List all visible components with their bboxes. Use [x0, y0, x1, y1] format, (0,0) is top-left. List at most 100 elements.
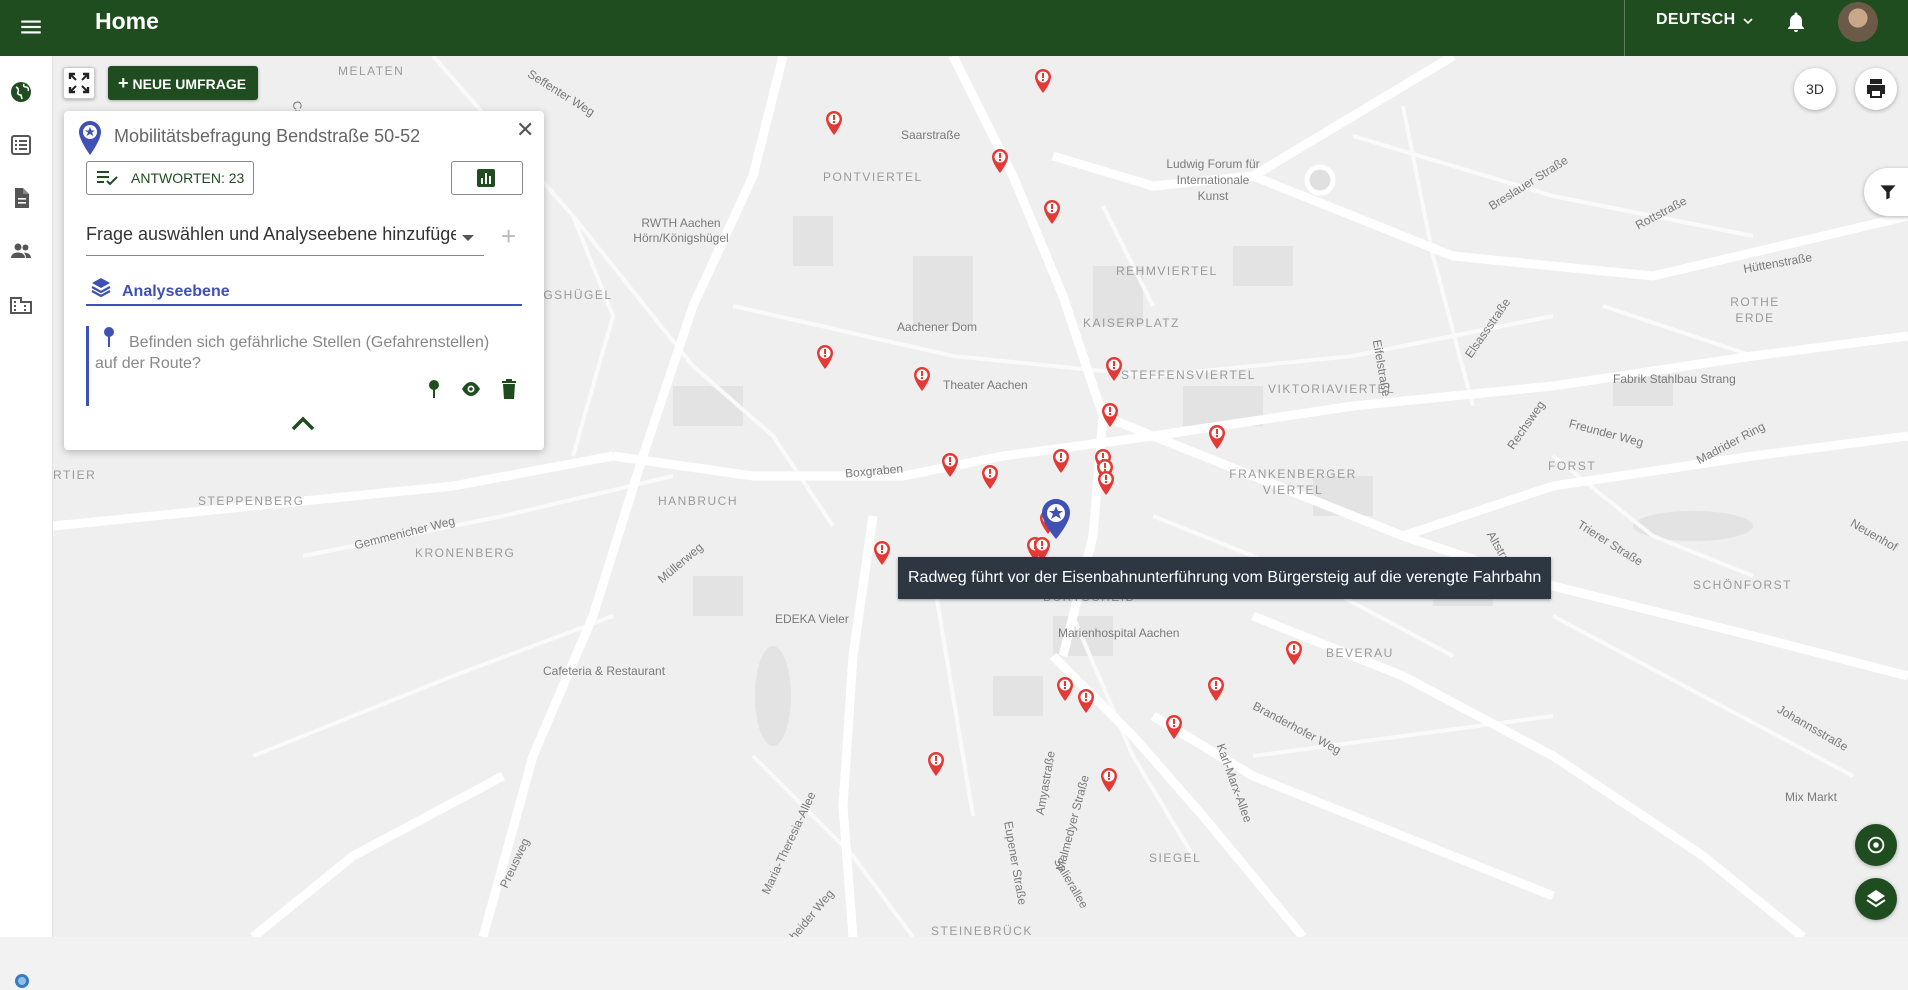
close-icon[interactable]: ✕	[516, 117, 534, 143]
answers-label: ANTWORTEN: 23	[131, 170, 245, 186]
hazard-marker-icon[interactable]	[1077, 688, 1095, 714]
hazard-marker-icon[interactable]	[1207, 676, 1225, 702]
globe-icon[interactable]	[9, 80, 33, 104]
chevron-up-icon[interactable]	[288, 413, 318, 435]
map-label: KAISERPLATZ	[1083, 316, 1180, 330]
map-label: PONTVIERTEL	[823, 170, 923, 184]
hazard-marker-icon[interactable]	[1101, 402, 1119, 428]
sidebar	[0, 56, 53, 988]
map-label: STEINEBRÜCK	[931, 924, 1033, 937]
survey-pin-icon	[79, 121, 101, 155]
map-label: Ludwig Forum für Internationale Kunst	[1166, 157, 1260, 203]
survey-location-marker[interactable]	[1041, 498, 1071, 540]
analysis-layer-header[interactable]: Analyseebene	[86, 276, 522, 306]
hazard-marker-icon[interactable]	[1034, 68, 1052, 94]
hazard-marker-icon[interactable]	[991, 148, 1009, 174]
page-title: Home	[95, 8, 159, 34]
map-label: Mix Markt	[1785, 790, 1837, 804]
map-label: STEFFENSVIERTEL	[1121, 368, 1256, 382]
map-label: HANBRUCH	[658, 494, 739, 508]
plus-icon: +	[118, 73, 129, 93]
map-label: SIEGEL	[1149, 851, 1202, 865]
map-label: KRONENBERG	[415, 546, 516, 560]
hazard-marker-icon[interactable]	[981, 464, 999, 490]
hazard-marker-icon[interactable]	[1043, 199, 1061, 225]
avatar[interactable]	[1838, 2, 1878, 42]
question-text: Befinden sich gefährliche Stellen (Gefah…	[95, 334, 490, 372]
hazard-marker-icon[interactable]	[941, 452, 959, 478]
hazard-marker-icon[interactable]	[1100, 767, 1118, 793]
analysis-layer-label: Analyseebene	[122, 283, 230, 300]
new-survey-button[interactable]: + NEUE UMFRAGE	[108, 66, 259, 100]
survey-panel: Mobilitätsbefragung Bendstraße 50-52 ✕ A…	[64, 111, 544, 450]
answers-button[interactable]: ANTWORTEN: 23	[86, 161, 254, 195]
bell-icon[interactable]	[1784, 10, 1808, 34]
people-icon[interactable]	[9, 239, 33, 263]
layers-icon	[1866, 890, 1886, 908]
hazard-marker-icon[interactable]	[1105, 356, 1123, 382]
map-label: RTIER	[53, 468, 97, 482]
question-select-value: Frage auswählen und Analyseebene hinzufü…	[86, 224, 456, 244]
hazard-marker-icon[interactable]	[1165, 714, 1183, 740]
menu-icon[interactable]	[18, 14, 44, 40]
document-icon[interactable]	[9, 186, 33, 210]
map-label: REHMVIERTEL	[1116, 264, 1218, 278]
statistics-button[interactable]	[451, 161, 523, 195]
filter-button[interactable]	[1864, 168, 1908, 216]
map-label: VIKTORIAVIERTEL	[1268, 382, 1396, 396]
map-label: Fabrik Stahlbau Strang	[1613, 372, 1736, 386]
layers-icon	[91, 278, 111, 298]
trash-icon[interactable]	[499, 378, 519, 400]
question-select[interactable]: Frage auswählen und Analyseebene hinzufü…	[86, 221, 484, 256]
marker-tooltip: Radweg führt vor der Eisenbahnunterführu…	[898, 557, 1552, 599]
new-survey-label: NEUE UMFRAGE	[132, 76, 247, 92]
top-bar: Home DEUTSCH	[0, 0, 1908, 56]
layers-button[interactable]	[1855, 878, 1897, 920]
map-label: STEPPENBERG	[198, 494, 305, 508]
language-selector[interactable]: DEUTSCH	[1656, 11, 1735, 29]
map-label: FORST	[1548, 459, 1597, 473]
hazard-marker-icon[interactable]	[873, 540, 891, 566]
survey-title: Mobilitätsbefragung Bendstraße 50-52	[114, 126, 421, 146]
checklist-icon	[97, 171, 118, 186]
hazard-marker-icon[interactable]	[1052, 448, 1070, 474]
print-icon	[1867, 79, 1885, 98]
pin-marker-icon[interactable]	[424, 378, 444, 400]
map-label: MELATEN	[338, 64, 405, 78]
map-label: Marienhospital Aachen	[1058, 626, 1180, 640]
hazard-marker-icon[interactable]	[1097, 470, 1115, 496]
3d-toggle-button[interactable]: 3D	[1794, 68, 1836, 110]
eye-icon[interactable]	[461, 378, 481, 400]
bar-chart-icon	[477, 169, 495, 187]
map-label: SCHÖNFORST	[1693, 578, 1792, 592]
locate-button[interactable]	[1855, 824, 1897, 866]
map-label: Theater Aachen	[943, 378, 1028, 392]
hazard-marker-icon[interactable]	[1056, 676, 1074, 702]
filter-icon	[1880, 185, 1896, 200]
hazard-marker-icon[interactable]	[1285, 640, 1303, 666]
hazard-marker-icon[interactable]	[1208, 424, 1226, 450]
caret-down-icon	[462, 235, 474, 241]
add-layer-button[interactable]: +	[501, 221, 516, 252]
logo-icon	[15, 974, 29, 988]
header-divider	[1624, 0, 1625, 56]
fullscreen-button[interactable]	[63, 67, 95, 99]
map-label: RWTH Aachen Hörn/Königshügel	[633, 216, 729, 245]
hazard-marker-icon[interactable]	[816, 344, 834, 370]
map-label: EDEKA Vieler	[775, 612, 849, 626]
map-label: BEVERAU	[1326, 646, 1394, 660]
map-label: Cafeteria & Restaurant	[543, 664, 666, 678]
target-icon	[1867, 836, 1885, 854]
map-label: ROTHE ERDE	[1730, 295, 1780, 325]
hazard-marker-icon[interactable]	[913, 366, 931, 392]
map-label: Saarstraße	[901, 128, 961, 142]
map-label: FRANKENBERGER VIERTEL	[1229, 467, 1357, 497]
print-button[interactable]	[1855, 68, 1897, 110]
building-icon[interactable]	[9, 292, 33, 316]
hazard-marker-icon[interactable]	[927, 751, 945, 777]
chevron-down-icon[interactable]	[1740, 13, 1756, 29]
question-item: Befinden sich gefährliche Stellen (Gefah…	[86, 326, 525, 406]
hazard-marker-icon[interactable]	[825, 110, 843, 136]
list-icon[interactable]	[9, 133, 33, 157]
map-label: Aachener Dom	[897, 320, 978, 334]
